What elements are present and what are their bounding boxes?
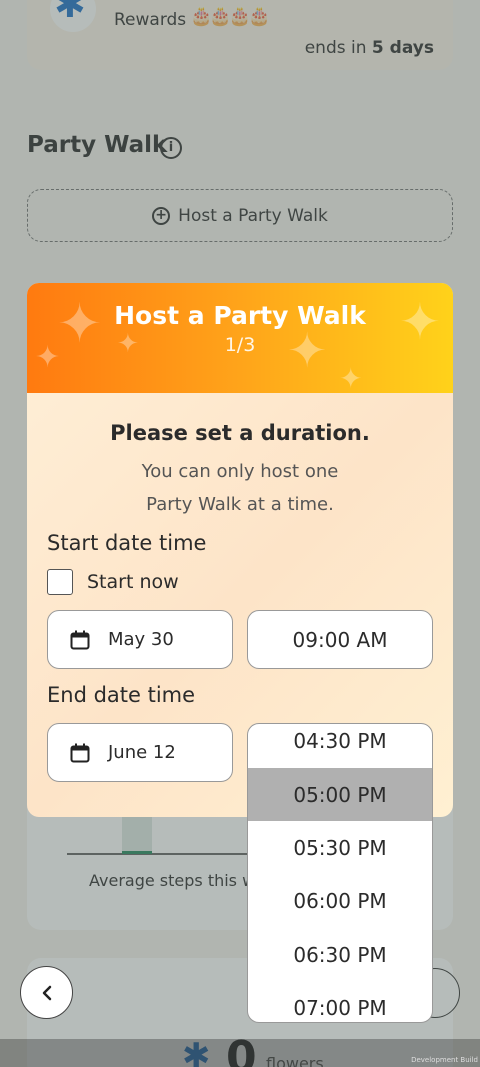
bottom-strip: Development Build [0, 1039, 480, 1067]
modal-header: ✦ ✦ ✦ ✦ ✦ ✦ Host a Party Walk 1/3 [27, 283, 453, 393]
start-now-row[interactable]: Start now [47, 569, 179, 595]
time-option[interactable]: 07:00 PM [248, 981, 432, 1022]
sparkle-icon: ✦ [339, 362, 363, 395]
start-time-field[interactable]: 09:00 AM [247, 610, 433, 669]
start-now-label: Start now [87, 571, 179, 593]
time-option-selected[interactable]: 05:00 PM [248, 768, 432, 821]
time-option[interactable]: 04:30 PM [248, 724, 432, 767]
end-date-time-label: End date time [47, 683, 196, 707]
start-date-value: May 30 [108, 629, 174, 650]
calendar-icon [70, 743, 90, 762]
start-date-field[interactable]: May 30 [47, 610, 233, 669]
start-now-checkbox[interactable] [47, 569, 73, 595]
dev-build-label: Development Build [411, 1056, 478, 1064]
time-option[interactable]: 06:00 PM [248, 874, 432, 927]
end-date-field[interactable]: June 12 [47, 723, 233, 782]
duration-heading: Please set a duration. [110, 421, 370, 445]
start-date-time-label: Start date time [47, 531, 207, 555]
start-time-value: 09:00 AM [292, 627, 388, 652]
duration-subtitle: You can only host one Party Walk at a ti… [27, 455, 453, 521]
chevron-left-icon [42, 985, 51, 1000]
end-time-dropdown[interactable]: 04:30 PM 05:00 PM 05:30 PM 06:00 PM 06:3… [247, 723, 433, 1023]
time-option[interactable]: 06:30 PM [248, 928, 432, 981]
calendar-icon [70, 630, 90, 649]
time-option[interactable]: 05:30 PM [248, 821, 432, 874]
modal-step-indicator: 1/3 [224, 334, 256, 356]
back-button[interactable] [20, 966, 73, 1019]
subtitle-line-1: You can only host one [141, 461, 339, 482]
end-date-value: June 12 [108, 742, 176, 763]
subtitle-line-2: Party Walk at a time. [146, 494, 334, 515]
